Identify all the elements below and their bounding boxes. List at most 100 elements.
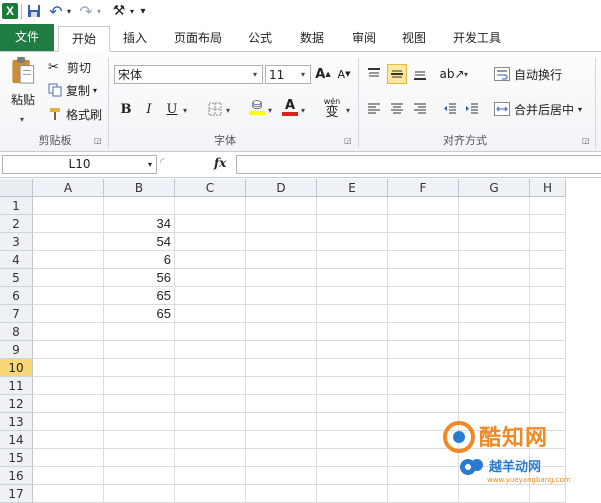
row-header-1[interactable]: 1 xyxy=(0,197,33,215)
tab-page-layout[interactable]: 页面布局 xyxy=(166,26,230,50)
cell-d12[interactable] xyxy=(246,395,317,413)
cell-d7[interactable] xyxy=(246,305,317,323)
phonetic-guide-button[interactable]: wén 变 xyxy=(320,95,344,121)
row-header-2[interactable]: 2 xyxy=(0,215,33,233)
fill-color-button[interactable]: ⛁ xyxy=(247,97,267,117)
cell-e8[interactable] xyxy=(317,323,388,341)
cell-b2[interactable]: 34 xyxy=(104,215,175,233)
paste-dropdown-icon[interactable]: ▾ xyxy=(20,115,24,124)
cell-b6[interactable]: 65 xyxy=(104,287,175,305)
undo-icon[interactable]: ↶ xyxy=(48,2,64,21)
select-all-corner[interactable] xyxy=(0,179,33,197)
align-middle-button[interactable] xyxy=(387,64,407,84)
cell-a7[interactable] xyxy=(33,305,104,323)
row-header-7[interactable]: 7 xyxy=(0,305,33,323)
row-header-9[interactable]: 9 xyxy=(0,341,33,359)
cell-f5[interactable] xyxy=(388,269,459,287)
cell-d17[interactable] xyxy=(246,485,317,503)
cell-d6[interactable] xyxy=(246,287,317,305)
cell-f1[interactable] xyxy=(388,197,459,215)
cell-e2[interactable] xyxy=(317,215,388,233)
cell-c4[interactable] xyxy=(175,251,246,269)
cell-g2[interactable] xyxy=(459,215,530,233)
cell-e17[interactable] xyxy=(317,485,388,503)
clipboard-launcher-icon[interactable]: ◲ xyxy=(94,136,102,145)
cell-f6[interactable] xyxy=(388,287,459,305)
merge-center-dropdown-icon[interactable]: ▾ xyxy=(578,105,582,114)
cell-a12[interactable] xyxy=(33,395,104,413)
row-header-17[interactable]: 17 xyxy=(0,485,33,503)
orientation-button[interactable]: ab↗ xyxy=(439,64,464,84)
cell-h2[interactable] xyxy=(530,215,566,233)
cell-d3[interactable] xyxy=(246,233,317,251)
align-top-button[interactable] xyxy=(364,64,384,84)
tab-developer[interactable]: 开发工具 xyxy=(444,26,510,50)
font-launcher-icon[interactable]: ◲ xyxy=(344,136,352,145)
cell-b1[interactable] xyxy=(104,197,175,215)
cell-g3[interactable] xyxy=(459,233,530,251)
cell-d16[interactable] xyxy=(246,467,317,485)
row-header-5[interactable]: 5 xyxy=(0,269,33,287)
cell-a8[interactable] xyxy=(33,323,104,341)
cell-f3[interactable] xyxy=(388,233,459,251)
cell-e15[interactable] xyxy=(317,449,388,467)
row-header-15[interactable]: 15 xyxy=(0,449,33,467)
cell-d4[interactable] xyxy=(246,251,317,269)
cell-a15[interactable] xyxy=(33,449,104,467)
cell-c12[interactable] xyxy=(175,395,246,413)
row-header-11[interactable]: 11 xyxy=(0,377,33,395)
tab-insert[interactable]: 插入 xyxy=(114,26,156,50)
cell-h7[interactable] xyxy=(530,305,566,323)
cell-c11[interactable] xyxy=(175,377,246,395)
cell-c13[interactable] xyxy=(175,413,246,431)
orientation-dropdown-icon[interactable]: ▾ xyxy=(464,70,468,79)
cell-c15[interactable] xyxy=(175,449,246,467)
row-header-8[interactable]: 8 xyxy=(0,323,33,341)
cell-b3[interactable]: 54 xyxy=(104,233,175,251)
cell-h8[interactable] xyxy=(530,323,566,341)
cell-g6[interactable] xyxy=(459,287,530,305)
cell-f12[interactable] xyxy=(388,395,459,413)
bold-button[interactable]: B xyxy=(116,99,136,119)
tab-file[interactable]: 文件 xyxy=(0,24,54,51)
cell-c7[interactable] xyxy=(175,305,246,323)
row-header-6[interactable]: 6 xyxy=(0,287,33,305)
cell-h12[interactable] xyxy=(530,395,566,413)
cell-e3[interactable] xyxy=(317,233,388,251)
column-header-h[interactable]: H xyxy=(530,179,566,197)
shrink-font-button[interactable]: A ▼ xyxy=(334,64,354,84)
cell-a11[interactable] xyxy=(33,377,104,395)
cell-a10[interactable] xyxy=(33,359,104,377)
column-header-c[interactable]: C xyxy=(175,179,246,197)
column-header-a[interactable]: A xyxy=(33,179,104,197)
cell-b4[interactable]: 6 xyxy=(104,251,175,269)
cell-a16[interactable] xyxy=(33,467,104,485)
cell-h4[interactable] xyxy=(530,251,566,269)
grow-font-button[interactable]: A ▲ xyxy=(313,64,333,84)
wrap-text-button[interactable]: 自动换行 xyxy=(494,64,562,84)
cell-f4[interactable] xyxy=(388,251,459,269)
cell-b7[interactable]: 65 xyxy=(104,305,175,323)
font-name-dropdown-icon[interactable]: ▾ xyxy=(253,70,257,79)
cell-g7[interactable] xyxy=(459,305,530,323)
column-header-g[interactable]: G xyxy=(459,179,530,197)
name-box[interactable]: L10 ▾ xyxy=(2,155,157,174)
cell-a3[interactable] xyxy=(33,233,104,251)
cell-a6[interactable] xyxy=(33,287,104,305)
cell-c8[interactable] xyxy=(175,323,246,341)
cell-a14[interactable] xyxy=(33,431,104,449)
cell-b9[interactable] xyxy=(104,341,175,359)
cell-a4[interactable] xyxy=(33,251,104,269)
cell-g9[interactable] xyxy=(459,341,530,359)
formula-bar-splitter-icon[interactable]: ◜ xyxy=(160,155,172,174)
cell-e16[interactable] xyxy=(317,467,388,485)
save-icon[interactable] xyxy=(26,3,42,19)
customize-qat-icon[interactable]: ▾ xyxy=(138,3,148,19)
cell-a5[interactable] xyxy=(33,269,104,287)
row-header-12[interactable]: 12 xyxy=(0,395,33,413)
row-header-4[interactable]: 4 xyxy=(0,251,33,269)
cell-h6[interactable] xyxy=(530,287,566,305)
cell-d10[interactable] xyxy=(246,359,317,377)
cell-a2[interactable] xyxy=(33,215,104,233)
insert-function-button[interactable]: fx xyxy=(214,156,226,170)
